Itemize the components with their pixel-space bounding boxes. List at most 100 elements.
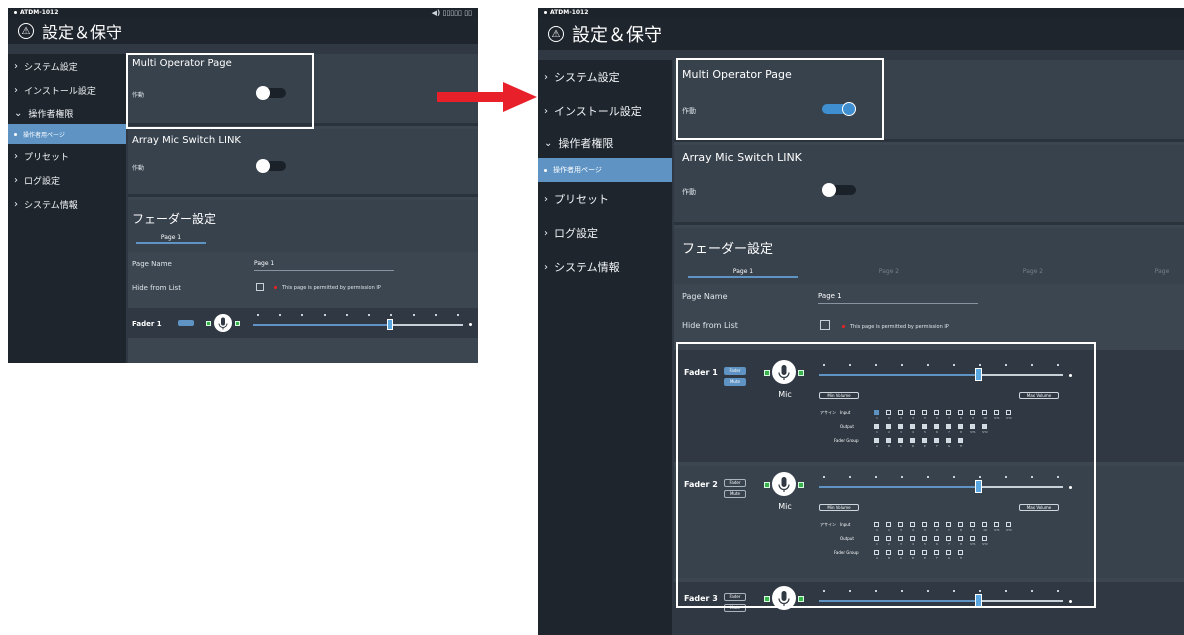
fader-slider-track[interactable] [819, 486, 1063, 488]
fader-slider-track[interactable] [819, 600, 1063, 602]
assign-checkbox[interactable] [922, 550, 927, 555]
assign-checkbox[interactable] [874, 522, 879, 527]
assign-checkbox[interactable] [982, 522, 987, 527]
assign-checkbox[interactable] [994, 522, 999, 527]
assign-checkbox[interactable] [898, 522, 903, 527]
assign-checkbox[interactable] [886, 438, 891, 443]
assign-checkbox[interactable] [922, 410, 927, 415]
max-volume-button[interactable]: Max Volume [1019, 392, 1059, 399]
assign-checkbox[interactable] [970, 424, 975, 429]
assign-checkbox[interactable] [898, 410, 903, 415]
sidebar-item-preset[interactable]: › プリセット [538, 182, 672, 216]
assign-checkbox[interactable] [934, 410, 939, 415]
assign-checkbox[interactable] [922, 438, 927, 443]
assign-checkbox[interactable] [922, 522, 927, 527]
fader-slider-thumb[interactable] [974, 480, 982, 493]
min-volume-button[interactable]: Min Volume [819, 504, 859, 511]
assign-checkbox[interactable] [910, 536, 915, 541]
assign-checkbox[interactable] [910, 424, 915, 429]
assign-checkbox[interactable] [958, 536, 963, 541]
sidebar-item-operator-page[interactable]: 操作者用ページ [8, 124, 126, 144]
fader-slider-track[interactable] [253, 324, 463, 326]
assign-checkbox[interactable] [934, 424, 939, 429]
hide-from-list-checkbox[interactable] [256, 283, 264, 291]
array-mic-toggle[interactable] [256, 159, 286, 173]
assign-checkbox[interactable] [922, 424, 927, 429]
fader-slider-thumb[interactable] [974, 368, 982, 381]
assign-checkbox[interactable] [970, 522, 975, 527]
sidebar-item-log-settings[interactable]: › ログ設定 [8, 168, 126, 192]
assign-checkbox[interactable] [898, 536, 903, 541]
assign-checkbox[interactable] [982, 536, 987, 541]
sidebar-item-system-info[interactable]: › システム情報 [538, 250, 672, 284]
assign-checkbox[interactable] [886, 536, 891, 541]
assign-checkbox[interactable] [934, 438, 939, 443]
tab-page-1[interactable]: Page 1 [136, 234, 206, 244]
sidebar-item-operator-rights[interactable]: ⌄ 操作者権限 [538, 128, 672, 158]
assign-checkbox[interactable] [886, 550, 891, 555]
hide-from-list-checkbox[interactable] [820, 320, 830, 330]
assign-checkbox[interactable] [958, 550, 963, 555]
assign-checkbox[interactable] [910, 438, 915, 443]
fader-button[interactable]: Fader [724, 479, 746, 487]
assign-checkbox[interactable] [958, 522, 963, 527]
tab-page-4[interactable]: Page [1122, 268, 1184, 278]
assign-checkbox[interactable] [898, 550, 903, 555]
mic-button[interactable] [772, 360, 796, 384]
tab-page-1[interactable]: Page 1 [688, 268, 798, 278]
assign-checkbox[interactable] [934, 550, 939, 555]
mute-button[interactable]: Mute [724, 490, 746, 498]
min-volume-button[interactable]: Min Volume [819, 392, 859, 399]
assign-checkbox[interactable] [874, 424, 879, 429]
fader-slider-thumb[interactable] [386, 319, 393, 330]
assign-checkbox[interactable] [898, 424, 903, 429]
assign-checkbox[interactable] [874, 410, 879, 415]
assign-checkbox[interactable] [946, 410, 951, 415]
assign-checkbox[interactable] [946, 522, 951, 527]
tab-page-3[interactable]: Page 2 [978, 268, 1088, 278]
sidebar-item-install-settings[interactable]: › インストール設定 [538, 94, 672, 128]
assign-checkbox[interactable] [958, 438, 963, 443]
assign-checkbox[interactable] [970, 410, 975, 415]
fader-button[interactable] [178, 320, 194, 326]
assign-checkbox[interactable] [886, 410, 891, 415]
assign-checkbox[interactable] [946, 550, 951, 555]
mic-button[interactable] [772, 586, 796, 610]
assign-checkbox[interactable] [946, 424, 951, 429]
assign-checkbox[interactable] [994, 410, 999, 415]
mute-button[interactable]: Mute [724, 378, 746, 386]
sidebar-item-operator-rights[interactable]: ⌄ 操作者権限 [8, 102, 126, 124]
assign-checkbox[interactable] [910, 410, 915, 415]
fader-slider-thumb[interactable] [974, 594, 982, 607]
assign-checkbox[interactable] [910, 550, 915, 555]
array-mic-toggle[interactable] [822, 183, 856, 197]
mute-button[interactable]: Mute [724, 604, 746, 612]
mic-button[interactable] [772, 472, 796, 496]
assign-checkbox[interactable] [934, 536, 939, 541]
assign-checkbox[interactable] [874, 550, 879, 555]
sidebar-item-system-settings[interactable]: › システム設定 [8, 54, 126, 78]
assign-checkbox[interactable] [946, 536, 951, 541]
assign-checkbox[interactable] [1006, 522, 1011, 527]
page-name-input[interactable]: Page 1 [818, 292, 978, 304]
sidebar-item-operator-page[interactable]: 操作者用ページ [538, 158, 672, 182]
fader-button[interactable]: Fader [724, 367, 746, 375]
mic-button[interactable] [214, 314, 232, 332]
page-name-input[interactable]: Page 1 [254, 260, 394, 271]
sidebar-item-system-settings[interactable]: › システム設定 [538, 60, 672, 94]
assign-checkbox[interactable] [922, 536, 927, 541]
assign-checkbox[interactable] [874, 438, 879, 443]
sidebar-item-preset[interactable]: › プリセット [8, 144, 126, 168]
assign-checkbox[interactable] [946, 438, 951, 443]
tab-page-2[interactable]: Page 2 [834, 268, 944, 278]
assign-checkbox[interactable] [886, 424, 891, 429]
assign-checkbox[interactable] [898, 438, 903, 443]
assign-checkbox[interactable] [934, 522, 939, 527]
sidebar-item-system-info[interactable]: › システム情報 [8, 192, 126, 216]
assign-checkbox[interactable] [958, 410, 963, 415]
sidebar-item-log-settings[interactable]: › ログ設定 [538, 216, 672, 250]
sidebar-item-install-settings[interactable]: › インストール設定 [8, 78, 126, 102]
multi-operator-toggle[interactable] [822, 102, 856, 116]
assign-checkbox[interactable] [958, 424, 963, 429]
assign-checkbox[interactable] [982, 424, 987, 429]
